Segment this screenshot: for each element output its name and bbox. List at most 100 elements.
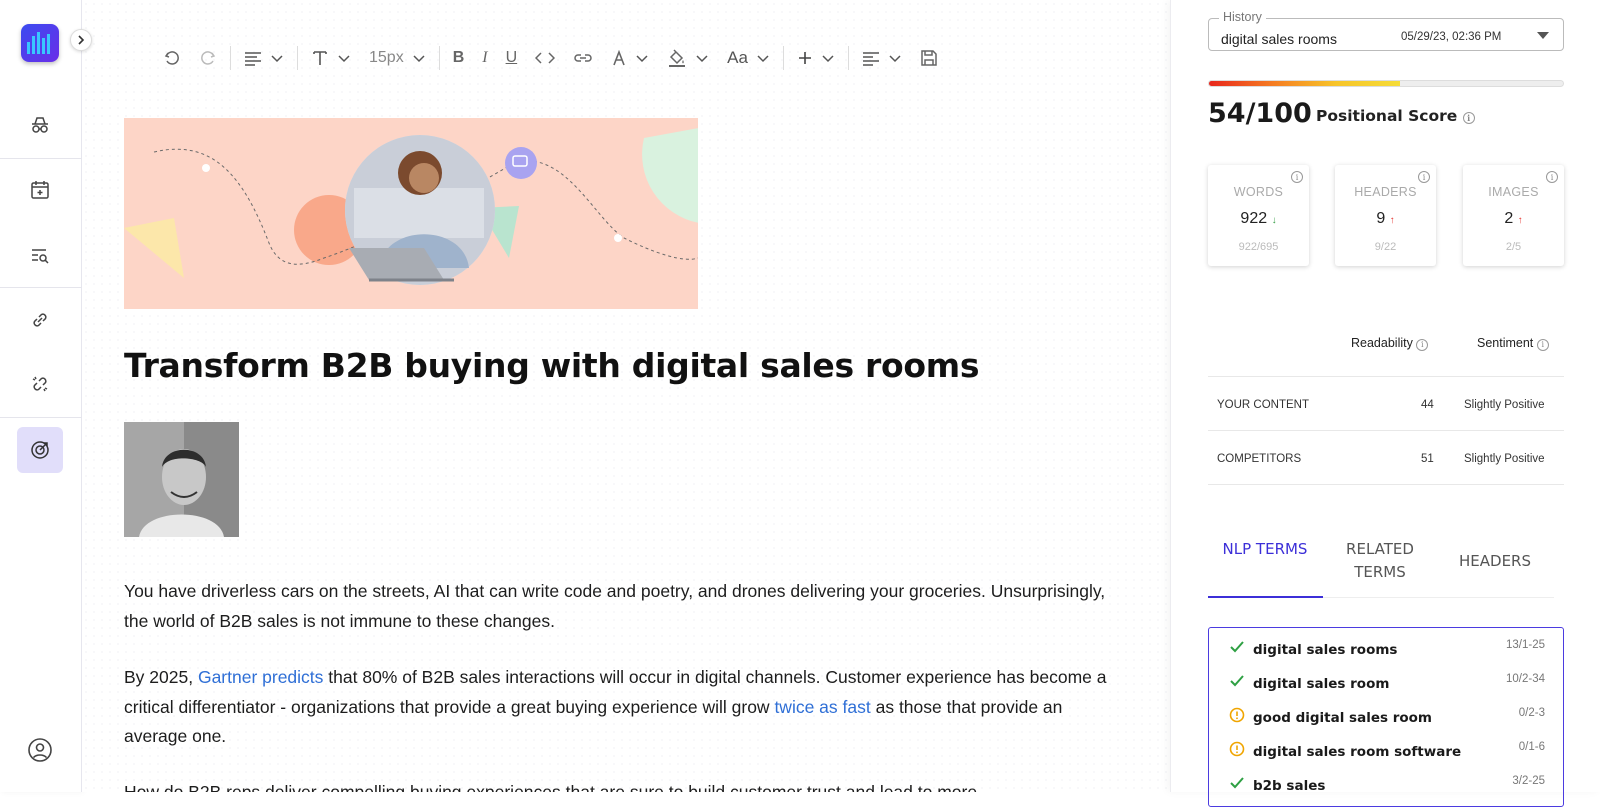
author-photo bbox=[124, 422, 239, 537]
article-paragraph[interactable]: How do B2B reps deliver compelling buyin… bbox=[124, 778, 1114, 792]
terms-tabs: NLP TERMS RELATED TERMS HEADERS bbox=[1208, 530, 1554, 598]
history-date: 05/29/23, 02:36 PM bbox=[1401, 31, 1502, 43]
history-label: History bbox=[1219, 10, 1266, 24]
rail-item-unlink[interactable] bbox=[17, 361, 63, 407]
chevron-down-icon bbox=[757, 55, 769, 63]
check-icon bbox=[1230, 675, 1244, 687]
words-count: 922 bbox=[1240, 210, 1268, 227]
term-name: digital sales room software bbox=[1253, 744, 1462, 760]
font-family-dropdown[interactable] bbox=[302, 40, 360, 76]
term-count: 3/2-25 bbox=[1512, 775, 1545, 787]
info-icon[interactable]: i bbox=[1536, 338, 1549, 351]
info-icon[interactable]: i bbox=[1291, 171, 1303, 183]
info-icon[interactable]: i bbox=[1416, 338, 1429, 351]
twice-as-fast-link[interactable]: twice as fast bbox=[774, 697, 870, 717]
term-name: digital sales room bbox=[1253, 676, 1390, 692]
check-icon bbox=[1230, 777, 1244, 789]
chevron-down-icon bbox=[636, 55, 648, 63]
tab-related-terms[interactable]: RELATED TERMS bbox=[1323, 538, 1437, 584]
check-icon bbox=[1230, 641, 1244, 653]
headers-card: i HEADERS 9 ↑ 9/22 bbox=[1335, 165, 1436, 266]
seo-panel: History digital sales rooms 05/29/23, 02… bbox=[1170, 0, 1600, 807]
history-value: digital sales rooms bbox=[1221, 31, 1337, 47]
chevron-down-icon bbox=[413, 55, 425, 63]
rail-item-search-list[interactable] bbox=[17, 232, 63, 278]
card-title: HEADERS bbox=[1354, 185, 1417, 199]
tab-nlp-terms[interactable]: NLP TERMS bbox=[1208, 538, 1322, 561]
article-headline[interactable]: Transform B2B buying with digital sales … bbox=[124, 346, 979, 385]
arrow-up-icon: ↑ bbox=[1389, 215, 1395, 226]
chevron-down-icon bbox=[889, 55, 901, 63]
rail-item-profile[interactable] bbox=[17, 727, 63, 773]
chevron-down-icon bbox=[696, 55, 708, 63]
link-icon bbox=[574, 54, 592, 62]
user-avatar-icon bbox=[28, 738, 52, 762]
term-item[interactable]: good digital sales room 0/2-3 bbox=[1209, 702, 1563, 736]
insert-dropdown[interactable] bbox=[788, 40, 844, 76]
rail-item-target[interactable] bbox=[17, 427, 63, 473]
term-item[interactable]: digital sales room 10/2-34 bbox=[1209, 668, 1563, 702]
paint-bucket-icon bbox=[669, 49, 686, 67]
editor-area: 15px B I U Aa Transform B2B buying with … bbox=[82, 0, 1170, 792]
expand-sidebar-button[interactable] bbox=[70, 29, 92, 51]
rail-item-calendar[interactable] bbox=[17, 167, 63, 213]
font-size-value: 15px bbox=[369, 49, 404, 66]
rail-item-incognito[interactable] bbox=[17, 102, 63, 148]
redo-button[interactable] bbox=[190, 40, 226, 76]
gartner-predicts-link[interactable]: Gartner predicts bbox=[198, 667, 323, 687]
arrow-up-icon: ↑ bbox=[1517, 215, 1523, 226]
term-count: 10/2-34 bbox=[1505, 673, 1545, 685]
warning-icon bbox=[1229, 741, 1245, 757]
link-icon bbox=[33, 313, 47, 327]
align-dropdown[interactable] bbox=[853, 40, 911, 76]
underline-icon: U bbox=[505, 49, 518, 66]
row-sentiment: Slightly Positive bbox=[1464, 399, 1545, 411]
term-item[interactable]: digital sales room software 0/1-6 bbox=[1209, 736, 1563, 770]
list-search-icon bbox=[32, 249, 49, 264]
readability-label: Readability bbox=[1351, 336, 1413, 350]
bold-button[interactable]: B bbox=[444, 40, 474, 76]
paragraph-dropdown[interactable] bbox=[235, 40, 293, 76]
highlight-color-dropdown[interactable] bbox=[658, 40, 718, 76]
positional-score-value: 54/100 bbox=[1208, 98, 1312, 129]
chevron-down-icon bbox=[822, 55, 834, 63]
card-value: 922 ↓ bbox=[1208, 210, 1309, 228]
chevron-down-icon bbox=[338, 55, 350, 63]
history-select[interactable]: History digital sales rooms 05/29/23, 02… bbox=[1208, 10, 1564, 51]
article-paragraph[interactable]: You have driverless cars on the streets,… bbox=[124, 577, 1114, 636]
row-readability: 44 bbox=[1421, 399, 1434, 411]
underline-button[interactable]: U bbox=[497, 40, 527, 76]
tab-headers[interactable]: HEADERS bbox=[1438, 550, 1552, 573]
italic-icon: I bbox=[482, 49, 488, 66]
bold-icon: B bbox=[452, 49, 465, 66]
arrow-down-icon: ↓ bbox=[1271, 215, 1277, 226]
card-sub: 9/22 bbox=[1374, 241, 1397, 253]
font-color-icon bbox=[613, 50, 625, 66]
left-rail bbox=[0, 0, 92, 792]
code-icon bbox=[535, 52, 556, 64]
positional-score-text: Positional Score bbox=[1316, 107, 1458, 125]
text-case-dropdown[interactable]: Aa bbox=[718, 40, 779, 76]
text-color-dropdown[interactable] bbox=[602, 40, 658, 76]
info-icon[interactable]: i bbox=[1462, 112, 1475, 124]
undo-button[interactable] bbox=[154, 40, 190, 76]
term-name: digital sales rooms bbox=[1253, 642, 1398, 658]
font-size-dropdown[interactable]: 15px bbox=[360, 40, 435, 76]
row-readability: 51 bbox=[1421, 453, 1434, 465]
app-logo[interactable] bbox=[21, 24, 59, 62]
rail-item-link[interactable] bbox=[17, 297, 63, 343]
term-count: 13/1-25 bbox=[1505, 639, 1545, 651]
article-paragraph[interactable]: By 2025, Gartner predicts that 80% of B2… bbox=[124, 663, 1114, 752]
card-sub: 2/5 bbox=[1505, 241, 1522, 253]
insert-link-button[interactable] bbox=[564, 40, 602, 76]
info-icon[interactable]: i bbox=[1418, 171, 1430, 183]
text-case-icon: Aa bbox=[727, 48, 748, 67]
save-button[interactable] bbox=[911, 40, 947, 76]
italic-button[interactable]: I bbox=[473, 40, 496, 76]
code-button[interactable] bbox=[526, 40, 564, 76]
term-item[interactable]: digital sales rooms 13/1-25 bbox=[1209, 634, 1563, 668]
paragraph-text: By 2025, bbox=[124, 667, 198, 687]
info-icon[interactable]: i bbox=[1546, 171, 1558, 183]
competitors-row: COMPETITORS 51 Slightly Positive bbox=[1208, 431, 1564, 485]
term-item[interactable]: b2b sales 3/2-25 bbox=[1209, 770, 1563, 804]
